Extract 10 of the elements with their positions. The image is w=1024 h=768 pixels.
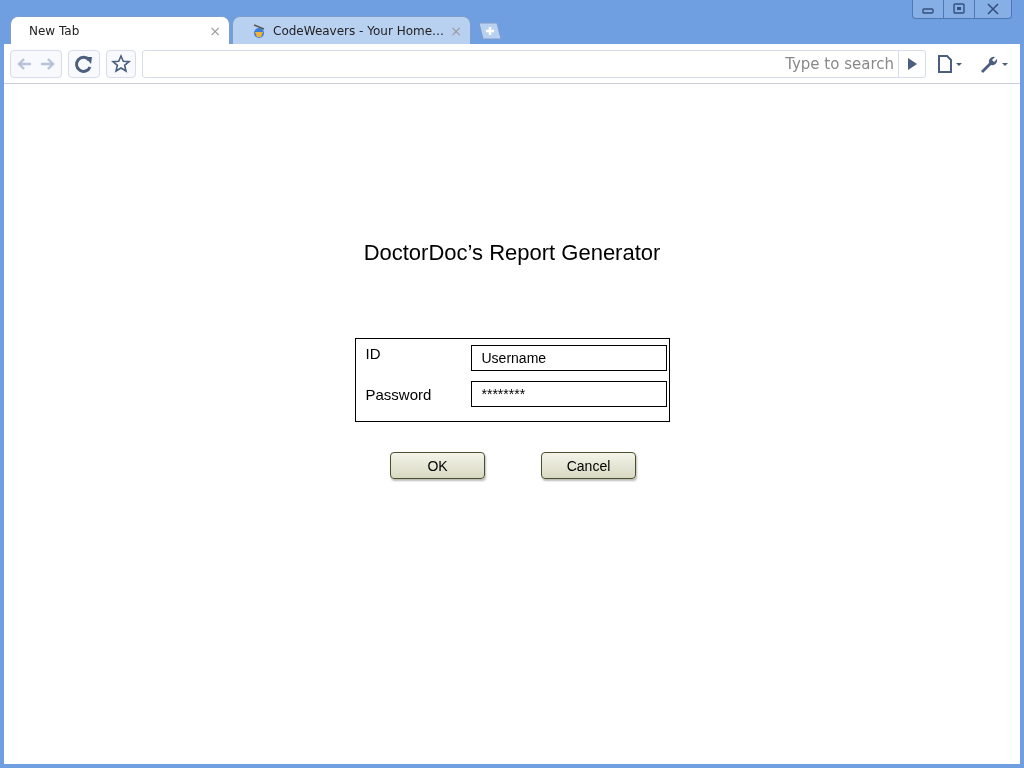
dialog-button[interactable]: Cancel (541, 452, 636, 479)
page-title: DoctorDoc’s Report Generator (363, 240, 661, 266)
browser-tab[interactable]: New Tab × (10, 16, 230, 44)
dialog-button[interactable]: OK (390, 452, 485, 479)
input-field[interactable]: ******** (470, 381, 667, 407)
input-field[interactable]: Username (470, 345, 667, 371)
browser-tab[interactable]: CodeWeavers - Your Home… × (232, 16, 471, 44)
field-label: Password (365, 385, 433, 403)
field-label: ID (365, 345, 382, 362)
address-bar[interactable]: Type to search (142, 49, 926, 78)
